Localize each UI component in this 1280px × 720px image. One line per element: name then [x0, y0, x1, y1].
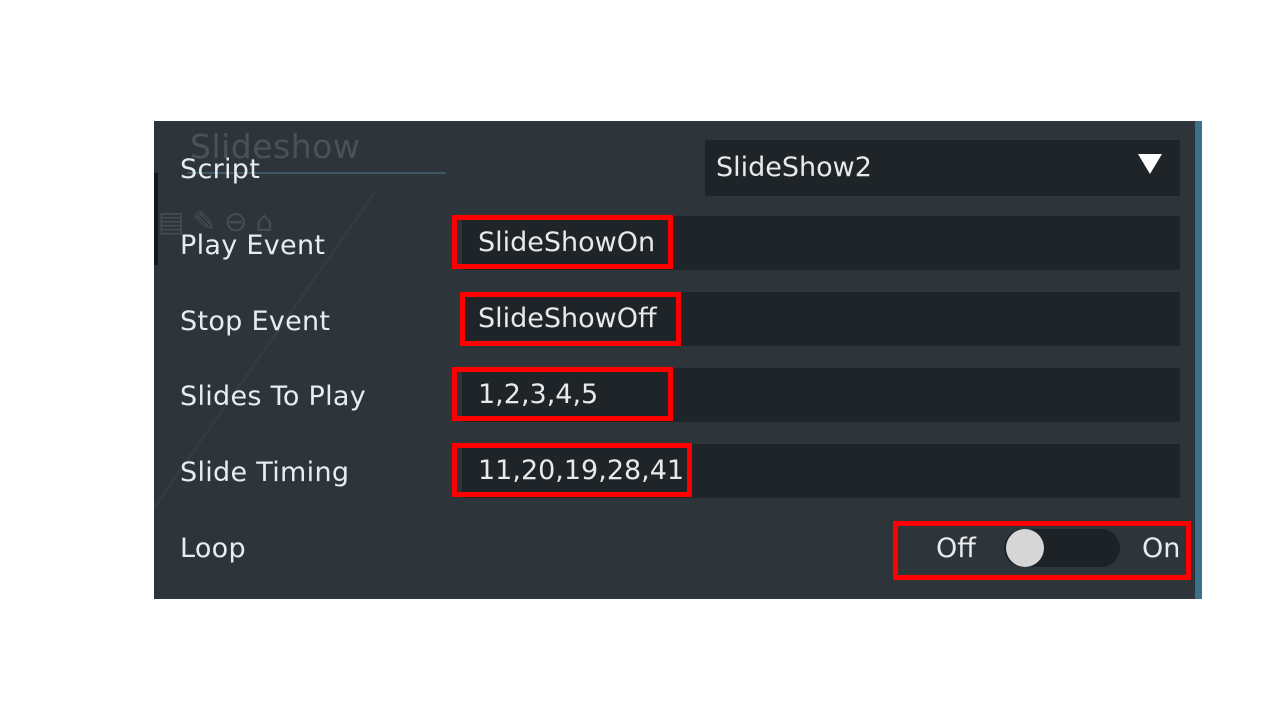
panel-scrollbar-edge	[1195, 121, 1202, 599]
triangle-down-icon[interactable]	[1138, 154, 1162, 174]
loop-label: Loop	[180, 533, 246, 564]
script-dropdown[interactable]: SlideShow2	[705, 140, 1180, 196]
script-label: Script	[180, 154, 261, 185]
loop-off-label: Off	[936, 533, 976, 564]
slides-to-play-field[interactable]: 1,2,3,4,5	[462, 368, 1180, 422]
loop-on-label: On	[1142, 533, 1181, 564]
play-event-field[interactable]: SlideShowOn	[462, 216, 1180, 270]
stop-event-value: SlideShowOff	[478, 303, 657, 334]
play-event-label: Play Event	[180, 230, 326, 261]
slides-to-play-label: Slides To Play	[180, 381, 367, 412]
slides-to-play-value: 1,2,3,4,5	[478, 379, 599, 410]
slide-timing-field[interactable]: 11,20,19,28,41	[462, 444, 1180, 498]
slideshow-properties-panel: Slideshow ▤ ✎ ⊖ ⌂ Script SlideShow2 Play…	[154, 121, 1202, 599]
slide-timing-value: 11,20,19,28,41	[478, 455, 685, 486]
stop-event-field[interactable]: SlideShowOff	[462, 292, 1180, 346]
script-dropdown-value: SlideShow2	[716, 152, 872, 183]
stop-event-label: Stop Event	[180, 306, 331, 337]
slide-timing-label: Slide Timing	[180, 457, 350, 488]
play-event-value: SlideShowOn	[478, 227, 656, 258]
loop-toggle-knob[interactable]	[1006, 529, 1044, 567]
